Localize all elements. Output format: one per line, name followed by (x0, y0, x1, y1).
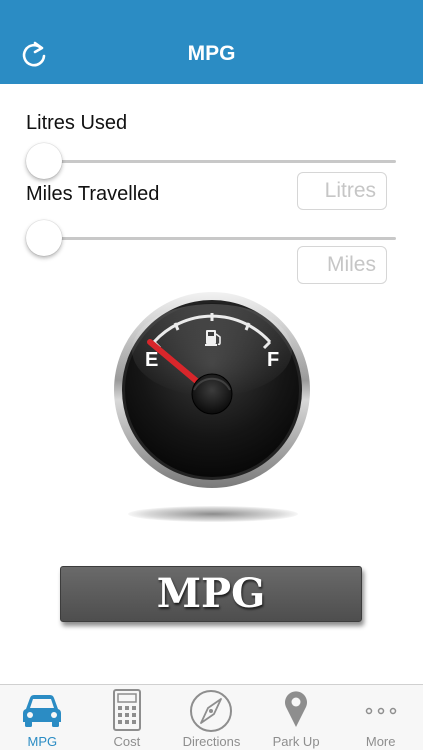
compass-icon (190, 690, 233, 732)
miles-input[interactable] (297, 246, 387, 284)
tab-label: MPG (27, 734, 58, 749)
tab-more[interactable]: More (338, 685, 423, 750)
litres-slider-thumb[interactable] (26, 143, 62, 179)
page-title: MPG (187, 42, 236, 65)
tab-label: More (365, 734, 396, 749)
mpg-app: MPG Litres Used Miles Travelled (0, 0, 423, 750)
gauge-hub (191, 373, 233, 415)
tab-mpg[interactable]: MPG (0, 685, 85, 750)
navigation-bar: MPG (0, 0, 423, 84)
litres-input[interactable] (297, 172, 387, 210)
fuel-gauge: E F (112, 290, 312, 490)
miles-travelled-label: Miles Travelled (26, 183, 160, 205)
tab-label: Cost (113, 734, 141, 749)
calculator-icon (112, 689, 141, 731)
mpg-result-button[interactable]: MPG (60, 566, 362, 622)
map-pin-icon (285, 691, 308, 727)
miles-slider-track (26, 237, 396, 240)
car-icon (23, 695, 62, 727)
miles-slider-thumb[interactable] (26, 220, 62, 256)
tab-label: Directions (182, 734, 241, 749)
tab-park-up[interactable]: Park Up (254, 685, 339, 750)
tab-directions[interactable]: Directions (169, 685, 254, 750)
more-dots-icon (365, 707, 396, 715)
tab-label: Park Up (272, 734, 320, 749)
tab-cost[interactable]: Cost (85, 685, 170, 750)
gauge-shadow (128, 506, 298, 522)
litres-slider-track (26, 160, 396, 163)
litres-used-label: Litres Used (26, 112, 128, 134)
tab-bar: MPG Cost Directions Park Up More (0, 684, 423, 750)
